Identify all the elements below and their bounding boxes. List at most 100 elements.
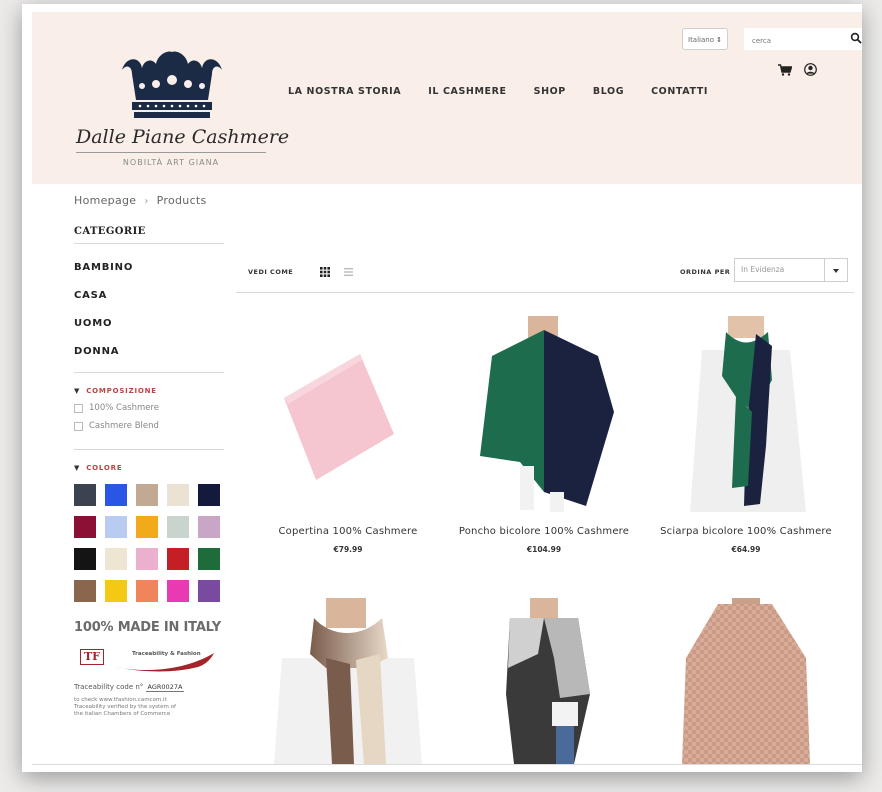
product-toolbar: VEDI COME ORDINA PER In Evidenza bbox=[236, 258, 854, 293]
poncho-image bbox=[458, 316, 630, 512]
category-bambino[interactable]: BAMBINO bbox=[74, 254, 224, 282]
select-arrows-icon: ⇕ bbox=[716, 36, 722, 44]
traceability-code: Traceability code n° AGR0027A bbox=[74, 683, 224, 692]
nav-blog[interactable]: BLOG bbox=[593, 86, 624, 97]
breadcrumb: Homepage › Products bbox=[74, 194, 207, 207]
product-image[interactable] bbox=[262, 598, 434, 764]
traceability-note-3: the italian Chambers of Commerce bbox=[74, 711, 171, 717]
traceability-code-label: Traceability code n° bbox=[74, 683, 144, 691]
tf-badge: TF bbox=[80, 649, 104, 665]
language-select[interactable]: Italiano ⇕ bbox=[682, 28, 728, 50]
main-nav: LA NOSTRA STORIA IL CASHMERE SHOP BLOG C… bbox=[288, 86, 735, 97]
traceability-note: to check www.tfashion.camcom.it Traceabi… bbox=[74, 697, 224, 718]
checkbox[interactable] bbox=[74, 421, 83, 431]
color-swatch[interactable] bbox=[198, 516, 220, 538]
gradient-scarf-image bbox=[262, 598, 434, 764]
color-filter-toggle[interactable]: ▼ COLORE bbox=[74, 464, 224, 472]
color-swatch[interactable] bbox=[167, 580, 189, 602]
grid-view-icon[interactable] bbox=[320, 267, 330, 277]
product-card-sciarpa[interactable]: Sciarpa bicolore 100% Cashmere €64.99 bbox=[660, 316, 832, 554]
site-header: Dalle Piane Cashmere NOBILTÀ ART GIANA L… bbox=[32, 12, 862, 184]
sort-by-label: ORDINA PER bbox=[680, 268, 731, 276]
color-swatch[interactable] bbox=[136, 580, 158, 602]
view-as-label: VEDI COME bbox=[248, 268, 294, 276]
color-swatch[interactable] bbox=[74, 484, 96, 506]
color-swatch-grid bbox=[74, 484, 224, 602]
color-swatch[interactable] bbox=[167, 484, 189, 506]
sidebar: CATEGORIE BAMBINO CASA UOMO DONNA ▼ COMPO… bbox=[74, 226, 224, 718]
list-view-icon[interactable] bbox=[344, 268, 353, 276]
triangle-down-icon: ▼ bbox=[74, 464, 81, 472]
product-image[interactable] bbox=[660, 316, 832, 512]
search-input[interactable] bbox=[750, 30, 850, 52]
bicolor-scarf-image bbox=[660, 316, 832, 512]
sidebar-divider bbox=[74, 449, 224, 450]
user-icon[interactable] bbox=[804, 63, 817, 76]
product-price: €79.99 bbox=[333, 545, 363, 554]
nav-il-cashmere[interactable]: IL CASHMERE bbox=[428, 86, 506, 97]
gray-wrap-image bbox=[458, 598, 630, 764]
product-image[interactable] bbox=[458, 316, 630, 512]
color-swatch[interactable] bbox=[136, 484, 158, 506]
browser-frame: Dalle Piane Cashmere NOBILTÀ ART GIANA L… bbox=[22, 4, 862, 772]
category-list: BAMBINO CASA UOMO DONNA bbox=[74, 254, 224, 366]
bottom-divider bbox=[32, 764, 862, 765]
composition-filter-toggle[interactable]: ▼ COMPOSIZIONE bbox=[74, 387, 224, 395]
color-swatch[interactable] bbox=[105, 548, 127, 570]
tf-text: Traceability & Fashion bbox=[132, 651, 201, 657]
traceability-code-value: AGR0027A bbox=[145, 683, 185, 692]
nav-la-nostra-storia[interactable]: LA NOSTRA STORIA bbox=[288, 86, 401, 97]
nav-contatti[interactable]: CONTATTI bbox=[651, 86, 708, 97]
breadcrumb-homepage[interactable]: Homepage bbox=[74, 194, 136, 207]
color-swatch[interactable] bbox=[198, 484, 220, 506]
sort-select[interactable]: In Evidenza bbox=[734, 258, 848, 282]
checkbox[interactable] bbox=[74, 403, 83, 413]
color-swatch[interactable] bbox=[105, 484, 127, 506]
product-image[interactable] bbox=[458, 598, 630, 764]
product-name[interactable]: Sciarpa bicolore 100% Cashmere bbox=[660, 526, 832, 537]
product-price: €64.99 bbox=[731, 545, 761, 554]
traceability-logo: TF Traceability & Fashion bbox=[74, 641, 224, 675]
triangle-down-icon: ▼ bbox=[74, 387, 81, 395]
crown-logo-icon[interactable] bbox=[118, 50, 226, 120]
color-swatch[interactable] bbox=[74, 548, 96, 570]
product-card-6[interactable] bbox=[660, 598, 832, 764]
color-title: COLORE bbox=[86, 464, 123, 472]
chevron-down-icon[interactable] bbox=[824, 259, 847, 281]
color-swatch[interactable] bbox=[74, 516, 96, 538]
category-donna[interactable]: DONNA bbox=[74, 338, 224, 366]
category-casa[interactable]: CASA bbox=[74, 282, 224, 310]
nav-shop[interactable]: SHOP bbox=[534, 86, 566, 97]
color-swatch[interactable] bbox=[136, 516, 158, 538]
brand-script-name: Dalle Piane Cashmere bbox=[76, 126, 290, 148]
search-icon[interactable] bbox=[850, 32, 862, 44]
product-card-4[interactable] bbox=[262, 598, 434, 764]
color-swatch[interactable] bbox=[136, 548, 158, 570]
product-card-poncho[interactable]: Poncho bicolore 100% Cashmere €104.99 bbox=[458, 316, 630, 554]
color-swatch[interactable] bbox=[167, 516, 189, 538]
category-uomo[interactable]: UOMO bbox=[74, 310, 224, 338]
color-swatch[interactable] bbox=[105, 580, 127, 602]
traceability-note-2: Traceability verified by the system of bbox=[74, 704, 176, 710]
composition-option-cashmere-blend[interactable]: Cashmere Blend bbox=[74, 421, 224, 431]
product-card-copertina[interactable]: Copertina 100% Cashmere €79.99 bbox=[262, 316, 434, 554]
product-card-5[interactable] bbox=[458, 598, 630, 764]
color-swatch[interactable] bbox=[167, 548, 189, 570]
product-name[interactable]: Poncho bicolore 100% Cashmere bbox=[458, 526, 630, 537]
color-swatch[interactable] bbox=[198, 580, 220, 602]
composition-option-100-cashmere[interactable]: 100% Cashmere bbox=[74, 403, 224, 413]
cart-icon[interactable] bbox=[778, 64, 792, 76]
color-swatch[interactable] bbox=[105, 516, 127, 538]
sort-select-value: In Evidenza bbox=[741, 265, 785, 274]
composition-title: COMPOSIZIONE bbox=[86, 387, 157, 395]
sidebar-divider bbox=[74, 372, 224, 373]
color-swatch[interactable] bbox=[74, 580, 96, 602]
brand-divider bbox=[76, 152, 266, 153]
color-swatch[interactable] bbox=[198, 548, 220, 570]
textured-stole-image bbox=[660, 598, 832, 764]
product-image[interactable] bbox=[660, 598, 832, 764]
product-price: €104.99 bbox=[526, 545, 562, 554]
categories-title: CATEGORIE bbox=[74, 226, 224, 244]
product-name[interactable]: Copertina 100% Cashmere bbox=[262, 526, 434, 537]
product-image[interactable] bbox=[262, 316, 434, 512]
